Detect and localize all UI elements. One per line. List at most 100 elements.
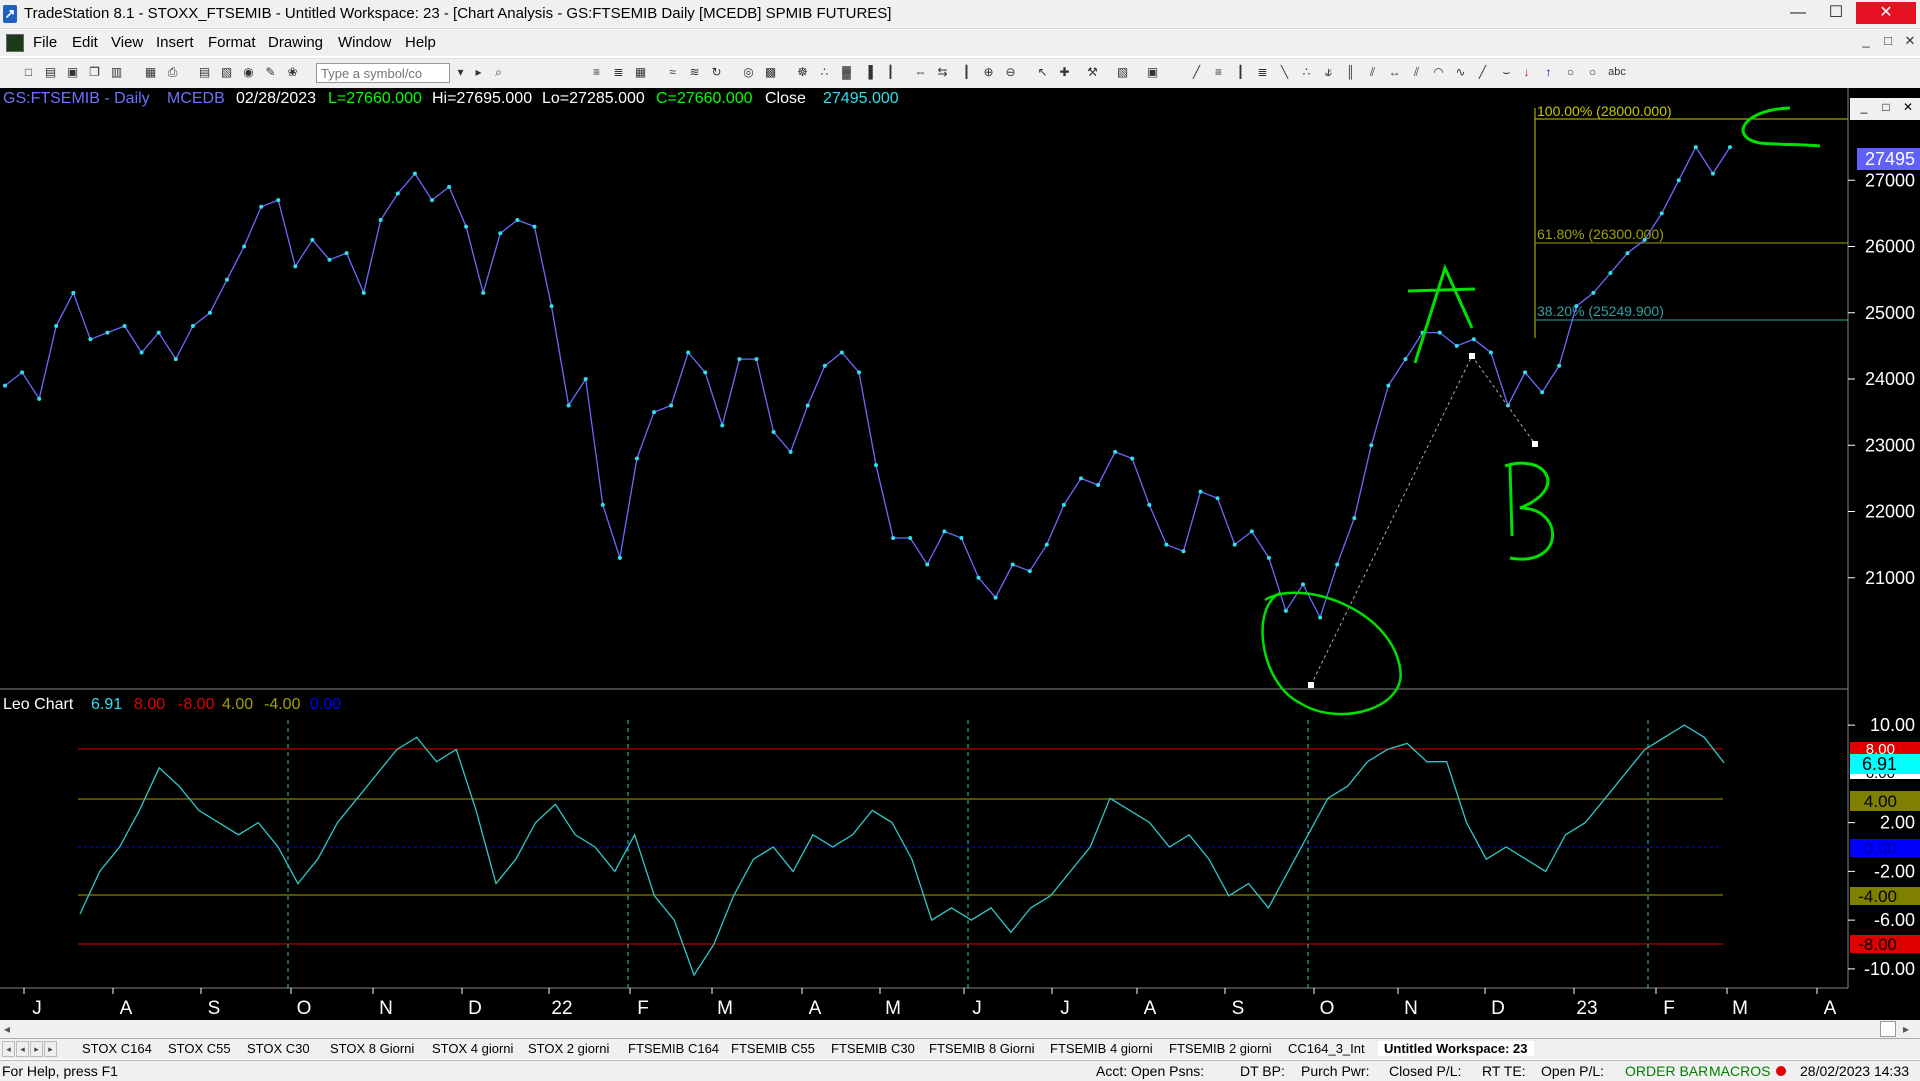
horizontal-line-icon[interactable]: ≡	[1210, 64, 1227, 81]
lock-icon[interactable]: ◉	[240, 64, 257, 81]
open-icon[interactable]: ▤	[42, 64, 59, 81]
tab-ftsemib-4-giorni[interactable]: FTSEMIB 4 giorni	[1050, 1041, 1153, 1056]
menu-edit[interactable]: Edit	[72, 34, 98, 51]
arrow-icon[interactable]: ↔	[1386, 64, 1403, 81]
cascade-icon[interactable]: ▧	[218, 64, 235, 81]
trendline-icon[interactable]: ╱	[1188, 64, 1205, 81]
table-icon[interactable]: ▦	[632, 64, 649, 81]
pointer-icon[interactable]: ↖	[1034, 64, 1051, 81]
options-icon[interactable]: ☸	[794, 64, 811, 81]
tab-ftsemib-2-giorni[interactable]: FTSEMIB 2 giorni	[1169, 1041, 1272, 1056]
fibonacci-icon[interactable]: ≣	[1254, 64, 1271, 81]
new-workspace-icon[interactable]: ▣	[64, 64, 81, 81]
indicator-icon[interactable]: ▧	[1114, 64, 1131, 81]
tab-ftsemib-8-giorni[interactable]: FTSEMIB 8 Giorni	[929, 1041, 1034, 1056]
scroll-thumb[interactable]	[1880, 1021, 1896, 1037]
annotation-letter-c[interactable]	[1741, 106, 1821, 148]
tab-stox-4-giorni[interactable]: STOX 4 giorni	[432, 1041, 513, 1056]
gann-fan-icon[interactable]: ∴	[1298, 64, 1315, 81]
radar-icon[interactable]: ◎	[740, 64, 757, 81]
vertical-line-icon[interactable]: ┃	[1232, 64, 1249, 81]
zoom-out-icon[interactable]: ⊖	[1002, 64, 1019, 81]
time-axis[interactable]: J A S O N D 22 F M A M J J A S O N D 23 F M A	[23, 988, 1837, 1019]
refresh-icon[interactable]: ↻	[708, 64, 725, 81]
tools-icon[interactable]: ⚒	[1084, 64, 1101, 81]
copy-icon[interactable]: ❐	[86, 64, 103, 81]
chart-area[interactable]: GS:FTSEMIB - Daily MCEDB 02/28/2023 L=27…	[0, 88, 1920, 1020]
print-icon[interactable]: ⎙	[164, 64, 181, 81]
menu-insert[interactable]: Insert	[156, 34, 194, 51]
macros-button[interactable]: MACROS	[1709, 1063, 1770, 1079]
horizontal-scrollbar[interactable]: ◂ ▸	[0, 1020, 1920, 1038]
menu-help[interactable]: Help	[405, 34, 436, 51]
symbol-input[interactable]	[316, 63, 450, 83]
down-arrow-icon[interactable]: ↓	[1518, 64, 1535, 81]
indicator-series-line[interactable]	[79, 724, 1725, 977]
matrix-icon[interactable]: ▩	[762, 64, 779, 81]
chart-minimize-button[interactable]: _	[1854, 100, 1874, 118]
grid-icon[interactable]: ≣	[610, 64, 627, 81]
scroll-chart-icon[interactable]: ⇔	[912, 64, 929, 81]
strategy-icon[interactable]: ▣	[1144, 64, 1161, 81]
annotation-circle[interactable]	[1261, 591, 1402, 716]
close-button[interactable]: ✕	[1856, 2, 1916, 24]
price-series-line[interactable]	[4, 145, 1731, 620]
bar-spacing-icon[interactable]: ┃	[958, 64, 975, 81]
fib-time-icon[interactable]: ║	[1342, 64, 1359, 81]
palette-icon[interactable]: ❀	[284, 64, 301, 81]
quote-icon[interactable]: ∴	[816, 64, 833, 81]
text-tool-icon[interactable]: abc	[1604, 64, 1630, 81]
crosshair-icon[interactable]: ✚	[1056, 64, 1073, 81]
abc-point-a[interactable]	[1469, 353, 1475, 359]
tab-ftsemib-c30[interactable]: FTSEMIB C30	[831, 1041, 915, 1056]
go-arrow-icon[interactable]: ▸	[470, 64, 487, 81]
annotation-letter-b[interactable]	[1504, 461, 1555, 561]
tab-stox-c30[interactable]: STOX C30	[247, 1041, 310, 1056]
tab-first-icon[interactable]: ◂	[2, 1041, 15, 1057]
cycle-icon[interactable]: ∿	[1452, 64, 1469, 81]
tab-last-icon[interactable]: ▸	[44, 1041, 57, 1057]
scroll-left-icon[interactable]: ◂	[4, 1022, 10, 1036]
price-axis[interactable]: 27000 26000 25000 24000 23000 22000 21000	[1848, 170, 1915, 588]
window-icon[interactable]: ▤	[196, 64, 213, 81]
new-icon[interactable]: □	[20, 64, 37, 81]
parallel-lines-icon[interactable]: ⫽	[1408, 64, 1425, 81]
chart-close-button[interactable]: ✕	[1898, 100, 1918, 118]
tab-stox-c55[interactable]: STOX C55	[168, 1041, 231, 1056]
tab-ftsemib-c55[interactable]: FTSEMIB C55	[731, 1041, 815, 1056]
order-bar-button[interactable]: ORDER BAR	[1625, 1063, 1708, 1079]
scan-icon[interactable]: ≋	[686, 64, 703, 81]
minimize-button[interactable]: —	[1780, 2, 1816, 24]
chart-style-icon[interactable]: ≡	[588, 64, 605, 81]
channel-icon[interactable]: ⫝̸	[1320, 64, 1337, 81]
mdi-minimize-button[interactable]: _	[1856, 33, 1876, 51]
tab-prev-icon[interactable]: ◂	[16, 1041, 29, 1057]
menu-file[interactable]: File	[33, 34, 57, 51]
abc-point-b[interactable]	[1532, 441, 1538, 447]
abc-pattern-line[interactable]	[1310, 355, 1536, 686]
mdi-restore-button[interactable]: □	[1878, 33, 1898, 51]
freehand-icon[interactable]: ⌣	[1498, 64, 1515, 81]
tab-stox-2-giorni[interactable]: STOX 2 giorni	[528, 1041, 609, 1056]
draw-icon[interactable]: ✎	[262, 64, 279, 81]
folder-icon[interactable]: ▥	[108, 64, 125, 81]
histogram-icon[interactable]: ▐	[860, 64, 877, 81]
tab-cc164-3-int[interactable]: CC164_3_Int	[1288, 1041, 1365, 1056]
maximize-button[interactable]: ☐	[1818, 2, 1854, 24]
zoom-in-icon[interactable]: ⊕	[980, 64, 997, 81]
bar-chart-icon[interactable]: ▓	[838, 64, 855, 81]
tab-stox-c164[interactable]: STOX C164	[82, 1041, 152, 1056]
menu-format[interactable]: Format	[208, 34, 256, 51]
speedline-icon[interactable]: ╲	[1276, 64, 1293, 81]
scroll-right-icon[interactable]: ▸	[1903, 1022, 1909, 1036]
up-arrow-icon[interactable]: ↑	[1540, 64, 1557, 81]
zoom-chart-icon[interactable]: ≈	[664, 64, 681, 81]
tab-stox-8-giorni[interactable]: STOX 8 Giorni	[330, 1041, 414, 1056]
symbol-lookup-icon[interactable]: ⌕	[490, 64, 507, 81]
compress-icon[interactable]: ⇆	[934, 64, 951, 81]
tab-ftsemib-c164[interactable]: FTSEMIB C164	[628, 1041, 719, 1056]
mdi-close-button[interactable]: ✕	[1900, 33, 1920, 51]
chart-restore-button[interactable]: □	[1876, 100, 1896, 118]
ellipse-icon[interactable]: ○	[1562, 64, 1579, 81]
annotation-letter-a[interactable]	[1407, 263, 1476, 364]
